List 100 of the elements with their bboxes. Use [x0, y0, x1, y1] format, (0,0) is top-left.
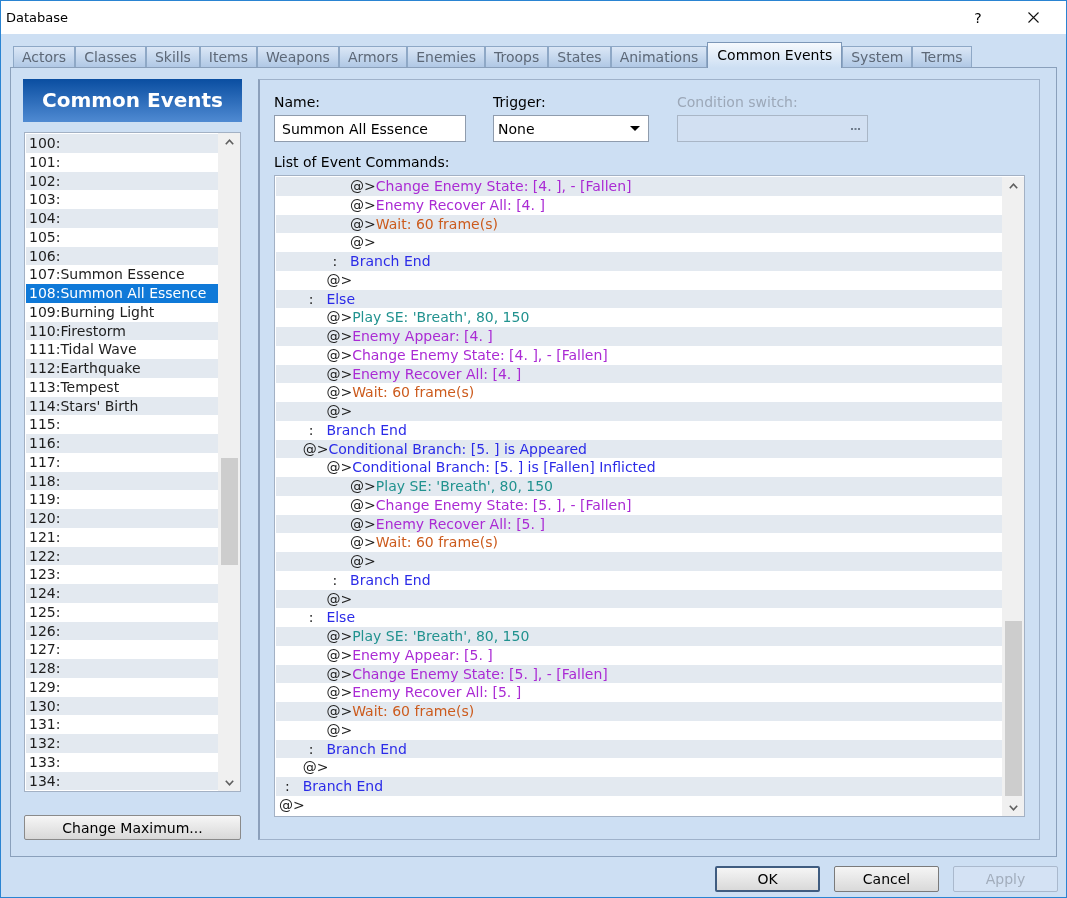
event-list-item[interactable]: 131: — [26, 715, 218, 734]
event-list-item[interactable]: 129: — [26, 677, 218, 697]
event-list-item[interactable]: 113:Tempest — [26, 377, 218, 397]
command-row[interactable]: : Branch End — [276, 777, 1002, 796]
tab[interactable]: Classes — [75, 46, 146, 67]
command-row[interactable]: @>Change Enemy State: [4. ], - [Fallen] — [276, 177, 1002, 196]
tab[interactable]: Troops — [485, 46, 549, 67]
event-list-item[interactable]: 100: — [26, 134, 218, 153]
field-label: Condition switch: — [677, 94, 798, 111]
command-row[interactable]: @>Wait: 60 frame(s) — [276, 702, 1002, 721]
event-list-item[interactable]: 132: — [26, 734, 218, 753]
event-list-item[interactable]: 130: — [26, 696, 218, 716]
tab[interactable]: Armors — [338, 46, 408, 67]
event-list-item[interactable]: 128: — [26, 659, 218, 678]
command-row[interactable]: @>Enemy Recover All: [4. ] — [276, 364, 1002, 384]
event-list-item[interactable]: 120: — [26, 509, 218, 528]
chevron-down-icon[interactable] — [224, 779, 234, 786]
command-row[interactable]: @>Change Enemy State: [5. ], - [Fallen] — [276, 495, 1002, 515]
event-list-item[interactable]: 122: — [26, 546, 218, 566]
event-list-item[interactable]: 133: — [26, 752, 218, 772]
command-row[interactable]: @> — [276, 270, 1002, 290]
command-row[interactable]: @>Conditional Branch: [5. ] is Appeared — [276, 439, 1002, 459]
event-list-item[interactable]: 127: — [26, 640, 218, 659]
chevron-down-icon[interactable] — [1008, 804, 1018, 811]
event-list-item[interactable]: 111:Tidal Wave — [26, 340, 218, 359]
event-list-item[interactable]: 112:Earthquake — [26, 359, 218, 378]
event-list-item[interactable]: 121: — [26, 527, 218, 547]
event-list-item[interactable]: 108:Summon All Essence — [26, 284, 218, 303]
event-list-item[interactable]: 114:Stars' Birth — [26, 396, 218, 416]
field-label: List of Event Commands: — [274, 154, 450, 171]
event-list-item[interactable]: 106: — [26, 246, 218, 266]
command-row[interactable]: : Else — [276, 608, 1002, 627]
tab[interactable]: Enemies — [407, 46, 485, 67]
command-row[interactable]: @> — [276, 720, 1002, 740]
scrollbar[interactable] — [1002, 177, 1024, 816]
command-row[interactable]: @>Play SE: 'Breath', 80, 150 — [276, 308, 1002, 327]
scrollbar-thumb[interactable] — [220, 458, 238, 565]
event-list-item[interactable]: 124: — [26, 584, 218, 603]
tab[interactable]: Weapons — [257, 46, 339, 67]
event-list-item[interactable]: 101: — [26, 152, 218, 172]
command-row[interactable]: @> — [276, 589, 1002, 609]
dialog-button[interactable]: Cancel — [834, 866, 939, 892]
tab[interactable]: Common Events — [707, 42, 843, 68]
command-row[interactable]: @>Conditional Branch: [5. ] is [Fallen] Inflicted — [276, 458, 1002, 477]
command-row[interactable]: @>Enemy Recover All: [5. ] — [276, 683, 1002, 702]
command-row[interactable]: @> — [276, 795, 1002, 815]
tab[interactable]: States — [548, 46, 611, 67]
chevron-up-icon[interactable] — [1008, 182, 1018, 189]
command-row[interactable]: @>Wait: 60 frame(s) — [276, 383, 1002, 402]
trigger-dropdown[interactable]: None — [493, 115, 649, 142]
command-row[interactable]: @>Enemy Appear: [4. ] — [276, 327, 1002, 346]
command-row[interactable]: @>Play SE: 'Breath', 80, 150 — [276, 627, 1002, 646]
event-list-item[interactable]: 119: — [26, 490, 218, 509]
scrollbar[interactable] — [218, 133, 240, 791]
command-row[interactable]: : Branch End — [276, 570, 1002, 590]
event-list-item[interactable]: 123: — [26, 565, 218, 584]
command-row[interactable]: @> — [276, 758, 1002, 777]
list-title: Common Events — [23, 79, 242, 122]
name-field[interactable]: Summon All Essence — [274, 115, 466, 142]
event-list-item[interactable]: 102: — [26, 171, 218, 191]
event-list-item[interactable]: 125: — [26, 602, 218, 622]
command-row[interactable]: @> — [276, 552, 1002, 571]
event-list-item[interactable]: 105: — [26, 227, 218, 247]
tab[interactable]: Actors — [13, 46, 76, 67]
tab[interactable]: Animations — [610, 46, 708, 67]
event-list-item[interactable]: 126: — [26, 621, 218, 641]
event-list-item[interactable]: 103: — [26, 190, 218, 209]
event-list-item[interactable]: 118: — [26, 471, 218, 491]
scrollbar-thumb[interactable] — [1004, 621, 1022, 796]
event-list-item[interactable]: 134: — [26, 771, 218, 791]
command-row[interactable]: : Branch End — [276, 252, 1002, 271]
command-row[interactable]: @>Enemy Recover All: [4. ] — [276, 195, 1002, 215]
command-row[interactable]: @>Enemy Recover All: [5. ] — [276, 514, 1002, 534]
tab[interactable]: System — [842, 46, 913, 67]
tab[interactable]: Items — [199, 46, 258, 67]
chevron-up-icon[interactable] — [224, 138, 234, 145]
command-row[interactable]: @> — [276, 233, 1002, 252]
help-button[interactable]: ? — [955, 1, 1001, 34]
event-list-item[interactable]: 117: — [26, 452, 218, 472]
command-row[interactable]: : Branch End — [276, 420, 1002, 440]
tab[interactable]: Skills — [145, 46, 200, 67]
command-row[interactable]: : Branch End — [276, 739, 1002, 759]
command-row[interactable]: @>Play SE: 'Breath', 80, 150 — [276, 477, 1002, 496]
command-row[interactable]: @>Enemy Appear: [5. ] — [276, 645, 1002, 665]
event-list-item[interactable]: 115: — [26, 415, 218, 434]
event-list-item[interactable]: 110:Firestorm — [26, 321, 218, 341]
dialog-button[interactable]: OK — [715, 866, 820, 892]
command-row[interactable]: @>Wait: 60 frame(s) — [276, 214, 1002, 234]
command-row[interactable]: @> — [276, 402, 1002, 421]
command-row[interactable]: @>Wait: 60 frame(s) — [276, 533, 1002, 552]
event-list-item[interactable]: 116: — [26, 434, 218, 453]
command-row[interactable]: @>Change Enemy State: [5. ], - [Fallen] — [276, 664, 1002, 684]
command-row[interactable]: : Else — [276, 289, 1002, 309]
event-list-item[interactable]: 104: — [26, 209, 218, 228]
command-row[interactable]: @>Change Enemy State: [4. ], - [Fallen] — [276, 345, 1002, 365]
event-list-item[interactable]: 107:Summon Essence — [26, 265, 218, 284]
tab[interactable]: Terms — [912, 46, 972, 67]
change-maximum-button[interactable]: Change Maximum... — [24, 815, 241, 840]
event-list-item[interactable]: 109:Burning Light — [26, 302, 218, 322]
caret-down-icon — [630, 126, 640, 131]
